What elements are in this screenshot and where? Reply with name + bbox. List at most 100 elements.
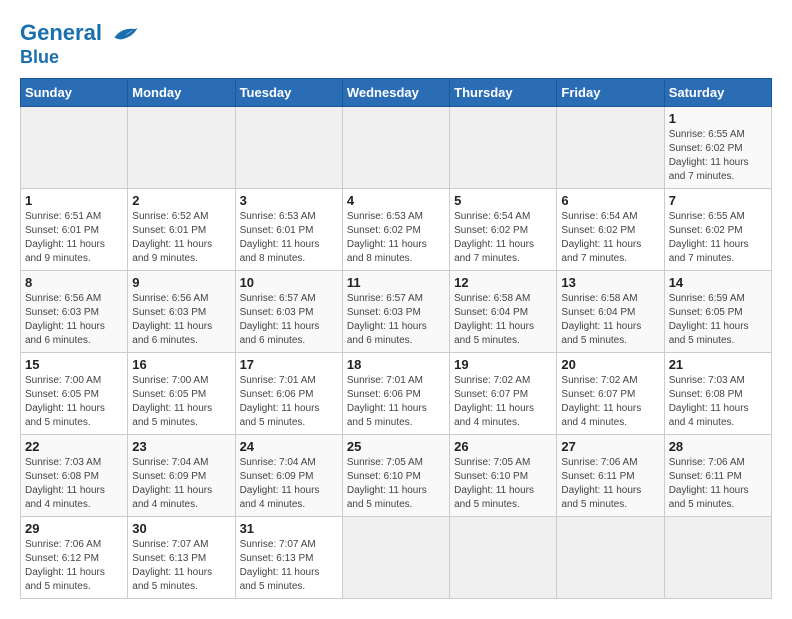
page-header: General Blue (20, 20, 772, 68)
calendar-cell: 29 Sunrise: 7:06 AMSunset: 6:12 PMDayligh… (21, 516, 128, 598)
calendar-cell (557, 106, 664, 188)
calendar-cell: 30 Sunrise: 7:07 AMSunset: 6:13 PMDayligh… (128, 516, 235, 598)
day-info: Sunrise: 7:05 AMSunset: 6:10 PMDaylight:… (454, 456, 552, 512)
calendar-cell: 28Sunrise: 7:06 AMSunset: 6:11 PMDayligh… (664, 434, 771, 516)
calendar-cell: 26 Sunrise: 7:05 AMSunset: 6:10 PMDayligh… (450, 434, 557, 516)
day-info: Sunrise: 6:52 AMSunset: 6:01 PMDaylight:… (132, 210, 230, 266)
day-number: 31 (240, 521, 338, 536)
logo: General Blue (20, 20, 139, 68)
calendar-body: 1 Sunrise: 6:55 AMSunset: 6:02 PMDaylight… (21, 106, 772, 598)
logo-blue-text: Blue (20, 48, 139, 68)
day-info: Sunrise: 6:56 AMSunset: 6:03 PMDaylight:… (25, 292, 123, 348)
day-of-week-header: Wednesday (342, 78, 449, 106)
calendar-cell: 10 Sunrise: 6:57 AMSunset: 6:03 PMDayligh… (235, 270, 342, 352)
day-info: Sunrise: 7:01 AMSunset: 6:06 PMDaylight:… (240, 374, 338, 430)
day-number: 23 (132, 439, 230, 454)
day-number: 1 (25, 193, 123, 208)
calendar-cell (342, 516, 449, 598)
day-number: 14 (669, 275, 767, 290)
day-info: Sunrise: 7:07 AMSunset: 6:13 PMDaylight:… (240, 538, 338, 594)
calendar-cell: 18Sunrise: 7:01 AMSunset: 6:06 PMDayligh… (342, 352, 449, 434)
calendar-week-row: 1Sunrise: 6:55 AMSunset: 6:02 PMDaylight… (21, 106, 772, 188)
calendar-cell: 8Sunrise: 6:56 AMSunset: 6:03 PMDaylight… (21, 270, 128, 352)
day-number: 1 (669, 111, 767, 126)
day-number: 5 (454, 193, 552, 208)
day-number: 19 (454, 357, 552, 372)
day-number: 4 (347, 193, 445, 208)
day-info: Sunrise: 7:07 AMSunset: 6:13 PMDaylight:… (132, 538, 230, 594)
calendar-cell: 1Sunrise: 6:55 AMSunset: 6:02 PMDaylight… (664, 106, 771, 188)
day-of-week-header: Sunday (21, 78, 128, 106)
logo-bird-icon (111, 20, 139, 48)
calendar-cell (21, 106, 128, 188)
calendar-cell: 21 Sunrise: 7:03 AMSunset: 6:08 PMDayligh… (664, 352, 771, 434)
day-number: 17 (240, 357, 338, 372)
calendar-cell: 7 Sunrise: 6:55 AMSunset: 6:02 PMDaylight… (664, 188, 771, 270)
day-number: 6 (561, 193, 659, 208)
day-info: Sunrise: 7:00 AMSunset: 6:05 PMDaylight:… (25, 374, 123, 430)
day-info: Sunrise: 7:04 AMSunset: 6:09 PMDaylight:… (240, 456, 338, 512)
day-number: 26 (454, 439, 552, 454)
day-number: 3 (240, 193, 338, 208)
day-number: 7 (669, 193, 767, 208)
day-number: 9 (132, 275, 230, 290)
calendar-week-row: 15 Sunrise: 7:00 AMSunset: 6:05 PMDayligh… (21, 352, 772, 434)
day-info: Sunrise: 6:53 AMSunset: 6:02 PMDaylight:… (347, 210, 445, 266)
day-info: Sunrise: 7:03 AMSunset: 6:08 PMDaylight:… (669, 374, 767, 430)
day-number: 30 (132, 521, 230, 536)
day-info: Sunrise: 6:55 AMSunset: 6:02 PMDaylight:… (669, 210, 767, 266)
day-number: 28 (669, 439, 767, 454)
day-number: 10 (240, 275, 338, 290)
day-info: Sunrise: 6:58 AMSunset: 6:04 PMDaylight:… (561, 292, 659, 348)
calendar-cell (342, 106, 449, 188)
calendar-header-row: SundayMondayTuesdayWednesdayThursdayFrid… (21, 78, 772, 106)
calendar-week-row: 8Sunrise: 6:56 AMSunset: 6:03 PMDaylight… (21, 270, 772, 352)
day-info: Sunrise: 7:05 AMSunset: 6:10 PMDaylight:… (347, 456, 445, 512)
day-number: 29 (25, 521, 123, 536)
day-number: 22 (25, 439, 123, 454)
calendar-cell: 12Sunrise: 6:58 AMSunset: 6:04 PMDayligh… (450, 270, 557, 352)
calendar-cell (450, 516, 557, 598)
day-of-week-header: Saturday (664, 78, 771, 106)
calendar-cell: 4 Sunrise: 6:53 AMSunset: 6:02 PMDaylight… (342, 188, 449, 270)
day-info: Sunrise: 6:53 AMSunset: 6:01 PMDaylight:… (240, 210, 338, 266)
calendar-cell: 19 Sunrise: 7:02 AMSunset: 6:07 PMDayligh… (450, 352, 557, 434)
day-info: Sunrise: 7:06 AMSunset: 6:12 PMDaylight:… (25, 538, 123, 594)
day-of-week-header: Monday (128, 78, 235, 106)
calendar-week-row: 22Sunrise: 7:03 AMSunset: 6:08 PMDayligh… (21, 434, 772, 516)
calendar-cell: 2Sunrise: 6:52 AMSunset: 6:01 PMDaylight… (128, 188, 235, 270)
day-number: 21 (669, 357, 767, 372)
calendar-cell: 23Sunrise: 7:04 AMSunset: 6:09 PMDayligh… (128, 434, 235, 516)
calendar-cell (664, 516, 771, 598)
calendar-week-row: 1 Sunrise: 6:51 AMSunset: 6:01 PMDaylight… (21, 188, 772, 270)
day-info: Sunrise: 7:02 AMSunset: 6:07 PMDaylight:… (454, 374, 552, 430)
calendar-cell: 31 Sunrise: 7:07 AMSunset: 6:13 PMDayligh… (235, 516, 342, 598)
day-info: Sunrise: 6:57 AMSunset: 6:03 PMDaylight:… (240, 292, 338, 348)
calendar-cell: 27Sunrise: 7:06 AMSunset: 6:11 PMDayligh… (557, 434, 664, 516)
calendar-table: SundayMondayTuesdayWednesdayThursdayFrid… (20, 78, 772, 599)
calendar-cell (450, 106, 557, 188)
calendar-cell: 17 Sunrise: 7:01 AMSunset: 6:06 PMDayligh… (235, 352, 342, 434)
day-info: Sunrise: 6:51 AMSunset: 6:01 PMDaylight:… (25, 210, 123, 266)
calendar-cell: 11Sunrise: 6:57 AMSunset: 6:03 PMDayligh… (342, 270, 449, 352)
day-number: 11 (347, 275, 445, 290)
calendar-cell: 20Sunrise: 7:02 AMSunset: 6:07 PMDayligh… (557, 352, 664, 434)
day-info: Sunrise: 6:56 AMSunset: 6:03 PMDaylight:… (132, 292, 230, 348)
day-info: Sunrise: 6:58 AMSunset: 6:04 PMDaylight:… (454, 292, 552, 348)
calendar-cell: 22Sunrise: 7:03 AMSunset: 6:08 PMDayligh… (21, 434, 128, 516)
calendar-cell: 15 Sunrise: 7:00 AMSunset: 6:05 PMDayligh… (21, 352, 128, 434)
calendar-cell: 1 Sunrise: 6:51 AMSunset: 6:01 PMDaylight… (21, 188, 128, 270)
logo-text: General (20, 20, 139, 48)
day-number: 25 (347, 439, 445, 454)
day-number: 24 (240, 439, 338, 454)
day-number: 15 (25, 357, 123, 372)
calendar-cell: 5Sunrise: 6:54 AMSunset: 6:02 PMDaylight… (450, 188, 557, 270)
calendar-cell: 13Sunrise: 6:58 AMSunset: 6:04 PMDayligh… (557, 270, 664, 352)
calendar-cell: 25 Sunrise: 7:05 AMSunset: 6:10 PMDayligh… (342, 434, 449, 516)
day-info: Sunrise: 6:59 AMSunset: 6:05 PMDaylight:… (669, 292, 767, 348)
calendar-cell: 3 Sunrise: 6:53 AMSunset: 6:01 PMDaylight… (235, 188, 342, 270)
calendar-week-row: 29 Sunrise: 7:06 AMSunset: 6:12 PMDayligh… (21, 516, 772, 598)
day-of-week-header: Thursday (450, 78, 557, 106)
day-info: Sunrise: 7:02 AMSunset: 6:07 PMDaylight:… (561, 374, 659, 430)
calendar-cell: 24 Sunrise: 7:04 AMSunset: 6:09 PMDayligh… (235, 434, 342, 516)
